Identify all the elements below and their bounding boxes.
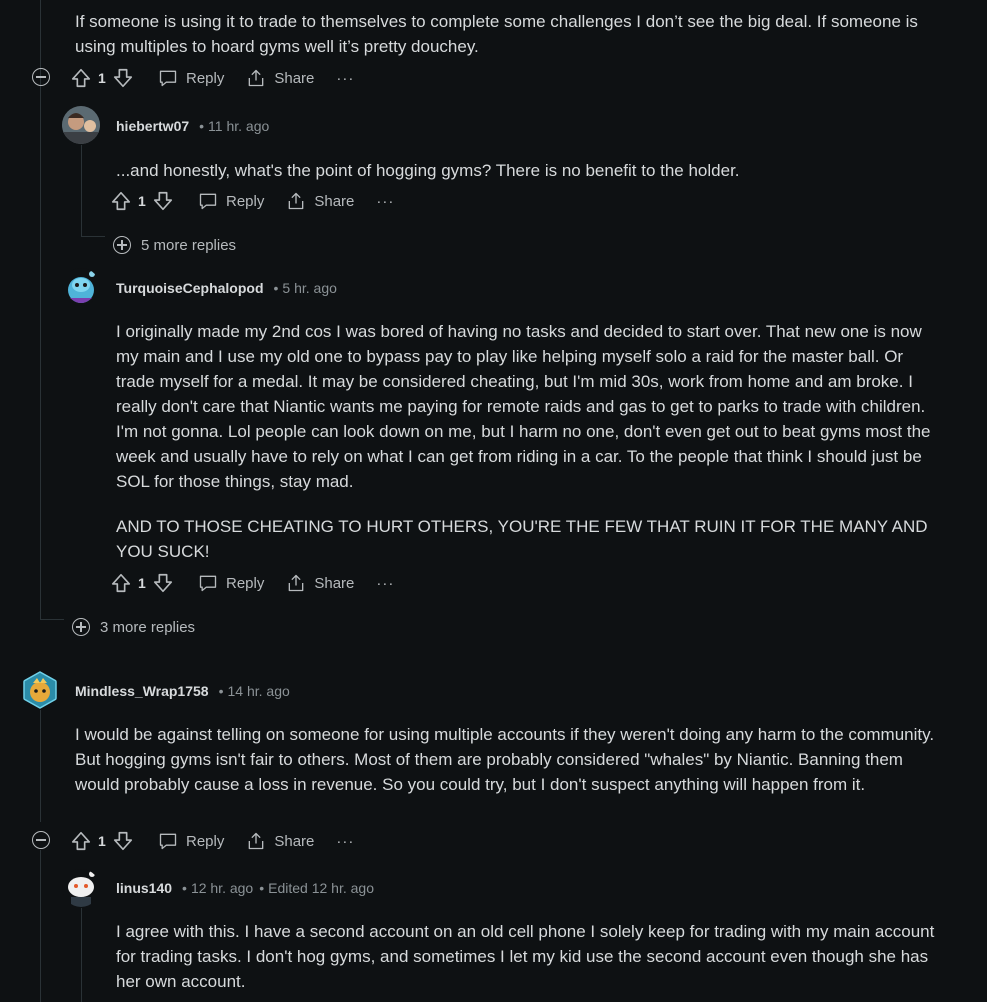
upvote-icon[interactable] — [110, 572, 132, 594]
more-replies-button[interactable]: 5 more replies — [113, 236, 236, 254]
avatar[interactable] — [21, 671, 59, 709]
comment-actions: 1 Reply Share ··· — [70, 828, 354, 854]
vote-group: 1 — [70, 67, 134, 89]
more-options-button[interactable]: ··· — [336, 833, 354, 850]
share-button[interactable]: Share — [286, 573, 354, 593]
upvote-icon[interactable] — [70, 67, 92, 89]
thread-line — [40, 710, 41, 822]
comment-body: I originally made my 2nd cos I was bored… — [116, 322, 931, 491]
edited-label: Edited 12 hr. ago — [268, 880, 374, 896]
comment-icon — [159, 833, 177, 850]
more-replies-label: 3 more replies — [100, 618, 196, 636]
comment-actions: 1 Reply Share ··· — [110, 570, 394, 596]
vote-group: 1 — [110, 572, 174, 594]
separator-dot: • — [218, 683, 224, 699]
expand-icon — [72, 618, 90, 636]
thread-line — [81, 908, 82, 1002]
comment-header: hiebertw07 • 11 hr. ago — [116, 118, 269, 136]
thread-line — [40, 88, 41, 89]
comment-icon — [159, 70, 177, 87]
timestamp[interactable]: 14 hr. ago — [228, 683, 290, 699]
more-replies-button[interactable]: 3 more replies — [72, 618, 195, 636]
thread-line — [40, 850, 41, 1002]
timestamp[interactable]: 11 hr. ago — [208, 118, 269, 134]
share-icon — [249, 69, 264, 87]
separator-dot: • — [199, 118, 205, 134]
reply-button[interactable]: Reply — [158, 68, 224, 88]
upvote-icon[interactable] — [110, 190, 132, 212]
share-label: Share — [314, 192, 355, 210]
share-label: Share — [274, 832, 315, 850]
thread-line — [81, 145, 82, 237]
comment-icon — [199, 575, 217, 592]
vote-score: 1 — [98, 833, 106, 849]
upvote-icon[interactable] — [70, 830, 92, 852]
snoo-avatar-icon — [68, 871, 95, 907]
reply-button[interactable]: Reply — [198, 191, 264, 211]
separator-dot: • — [273, 280, 279, 296]
share-icon — [249, 832, 264, 850]
comment-header: TurquoiseCephalopod • 5 hr. ago — [116, 280, 337, 298]
share-button[interactable]: Share — [246, 831, 314, 851]
separator-dot: • — [259, 880, 265, 896]
comment-body: I would be against telling on someone fo… — [75, 725, 935, 794]
downvote-icon[interactable] — [152, 190, 174, 212]
share-label: Share — [274, 69, 315, 87]
collapse-thread-button[interactable] — [32, 831, 50, 849]
username[interactable]: linus140 — [116, 880, 172, 896]
comment-icon — [199, 193, 217, 210]
vote-group: 1 — [70, 830, 134, 852]
avatar[interactable] — [62, 869, 100, 907]
comment-actions: 1 Reply Share ··· — [110, 188, 394, 214]
comment-body: AND TO THOSE CHEATING TO HURT OTHERS, YO… — [116, 517, 928, 561]
more-replies-label: 5 more replies — [141, 236, 237, 254]
timestamp[interactable]: 5 hr. ago — [282, 280, 337, 296]
downvote-icon[interactable] — [112, 67, 134, 89]
vote-score: 1 — [138, 575, 146, 591]
avatar[interactable] — [62, 268, 100, 306]
collapse-thread-button[interactable] — [32, 68, 50, 86]
downvote-icon[interactable] — [152, 572, 174, 594]
share-icon — [289, 574, 304, 592]
vote-group: 1 — [110, 190, 174, 212]
vote-score: 1 — [138, 193, 146, 209]
avatar[interactable] — [62, 106, 100, 144]
user-photo-icon — [62, 106, 100, 144]
comment-actions: 1 Reply Share ··· — [70, 65, 354, 91]
reply-label: Reply — [186, 832, 225, 850]
expand-icon — [113, 236, 131, 254]
more-options-button[interactable]: ··· — [376, 575, 394, 592]
reply-button[interactable]: Reply — [158, 831, 224, 851]
comment-body: ...and honestly, what's the point of hog… — [116, 161, 740, 180]
username[interactable]: Mindless_Wrap1758 — [75, 683, 209, 699]
snoo-avatar-icon — [23, 671, 57, 709]
share-icon — [289, 192, 304, 210]
vote-score: 1 — [98, 70, 106, 86]
reply-label: Reply — [186, 69, 225, 87]
more-options-button[interactable]: ··· — [376, 193, 394, 210]
comment-body: If someone is using it to trade to thems… — [75, 12, 918, 56]
reply-label: Reply — [226, 574, 265, 592]
downvote-icon[interactable] — [112, 830, 134, 852]
timestamp[interactable]: 12 hr. ago — [191, 880, 253, 896]
thread-line — [81, 236, 105, 237]
more-options-button[interactable]: ··· — [336, 70, 354, 87]
share-button[interactable]: Share — [286, 191, 354, 211]
thread-line — [40, 0, 41, 620]
comment-header: Mindless_Wrap1758 • 14 hr. ago — [75, 683, 290, 701]
share-label: Share — [314, 574, 355, 592]
separator-dot: • — [182, 880, 187, 896]
username[interactable]: TurquoiseCephalopod — [116, 280, 264, 296]
reply-label: Reply — [226, 192, 265, 210]
share-button[interactable]: Share — [246, 68, 314, 88]
thread-line — [40, 619, 64, 620]
snoo-avatar-icon — [68, 271, 95, 303]
username[interactable]: hiebertw07 — [116, 118, 189, 134]
reply-button[interactable]: Reply — [198, 573, 264, 593]
comment-body: I agree with this. I have a second accou… — [116, 922, 935, 991]
comment-header: linus140 • 12 hr. ago • Edited 12 hr. ago — [116, 880, 374, 898]
